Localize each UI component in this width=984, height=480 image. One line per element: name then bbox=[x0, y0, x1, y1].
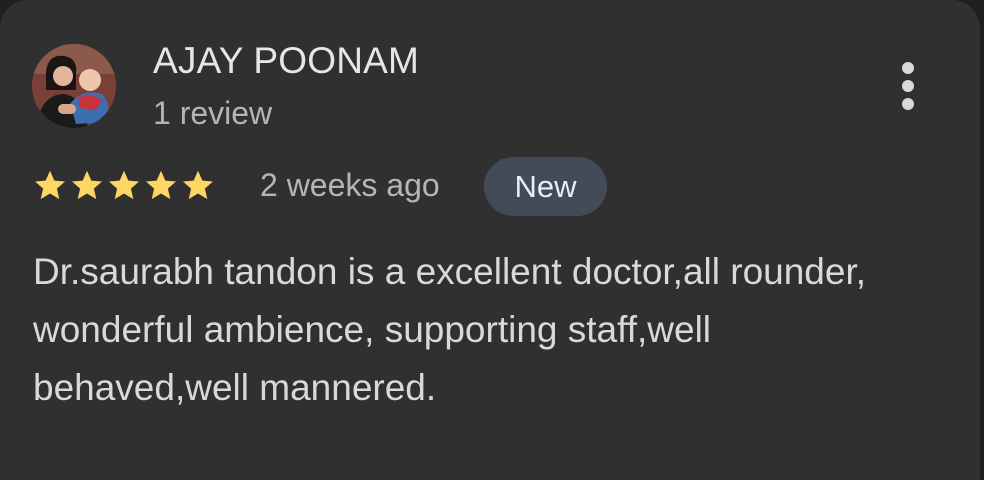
new-badge: New bbox=[484, 157, 607, 216]
review-time: 2 weeks ago bbox=[260, 167, 440, 203]
review-count: 1 review bbox=[153, 95, 273, 131]
more-options-button[interactable] bbox=[888, 58, 928, 114]
more-vert-icon-dot bbox=[902, 98, 914, 110]
review-text: Dr.saurabh tandon is a excellent doctor,… bbox=[33, 251, 867, 408]
star-icon bbox=[109, 170, 139, 200]
more-vert-icon bbox=[902, 62, 914, 74]
author-name[interactable]: AJAY POONAM bbox=[153, 40, 419, 82]
star-icon bbox=[146, 170, 176, 200]
star-icon bbox=[183, 170, 213, 200]
avatar[interactable] bbox=[32, 44, 116, 128]
star-icon bbox=[72, 170, 102, 200]
star-rating bbox=[32, 167, 216, 203]
review-card: AJAY POONAM 1 review 2 weeks ago New Dr.… bbox=[0, 0, 980, 480]
star-icon bbox=[35, 170, 65, 200]
more-vert-icon-dot bbox=[902, 80, 914, 92]
